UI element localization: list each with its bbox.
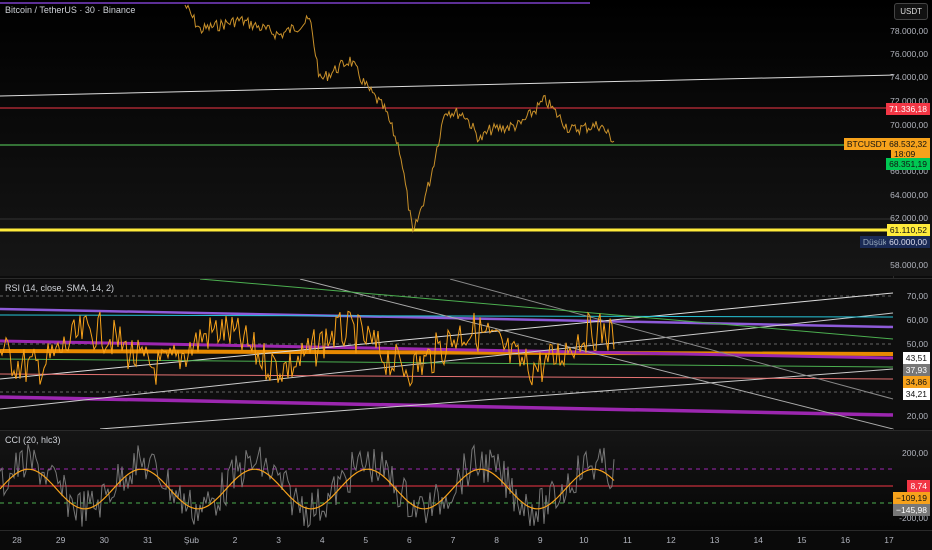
cci-title: CCI (20, hlc3) (5, 435, 61, 445)
yellow-level-tag: 61.110,52 (886, 224, 930, 236)
rsi-tag: 43,51 (902, 352, 930, 364)
resistance-price-tag: 71.336,18 (886, 103, 930, 115)
cci-tag: 8,74 (907, 480, 930, 492)
time-label: 29 (55, 535, 66, 545)
rsi-title: RSI (14, close, SMA, 14, 2) (5, 283, 115, 293)
time-label: 31 (143, 535, 153, 545)
rsi-chart[interactable] (0, 279, 932, 429)
price-pane[interactable]: Bitcoin / TetherUS · 30 · Binance USDT 7… (0, 0, 932, 276)
cci-tag: −109,19 (893, 492, 930, 504)
time-label: 8 (494, 535, 499, 545)
price-chart[interactable] (0, 0, 932, 276)
rsi-tag: 37,93 (902, 364, 930, 376)
time-label: 9 (537, 535, 543, 545)
price-tick: 76.000,00 (890, 49, 928, 59)
price-tick: 64.000,00 (890, 190, 928, 200)
rsi-tag: 34,21 (902, 388, 930, 400)
time-label: 4 (319, 535, 325, 545)
time-label: 6 (407, 535, 412, 545)
cci-tag: −145,98 (893, 504, 930, 516)
price-tick: 70.000,00 (890, 120, 928, 130)
time-label: 14 (753, 535, 763, 545)
rsi-tick: 60,00 (906, 315, 928, 325)
currency-button[interactable]: USDT (894, 3, 928, 20)
time-axis[interactable]: 28 29 30 31 Şub 2 3 4 5 6 7 8 9 10 11 12 13 14 15 16 17 (0, 530, 932, 550)
symbol-tag: BTCUSDT (843, 138, 890, 150)
time-label: 15 (797, 535, 807, 545)
time-label: 10 (579, 535, 589, 545)
time-label: 7 (450, 535, 456, 545)
price-tick: 58.000,00 (890, 260, 928, 270)
time-label: Şub (183, 535, 199, 545)
low-price-tag: 60.000,00 (886, 236, 930, 248)
time-label: 5 (363, 535, 369, 545)
price-tick: 74.000,00 (890, 72, 928, 82)
cci-chart[interactable] (0, 431, 932, 531)
price-tick: 62.000,00 (890, 213, 928, 223)
time-label: 16 (840, 535, 851, 545)
time-label: 11 (622, 535, 632, 545)
white-trendline (0, 74, 894, 97)
time-label: 30 (99, 535, 109, 545)
rsi-tick: 50,00 (906, 339, 928, 349)
time-label: 3 (276, 535, 281, 545)
time-label: 28 (12, 535, 22, 545)
time-label: 12 (666, 535, 676, 545)
rsi-tick: 20,00 (906, 411, 928, 421)
cci-tick: 200,00 (902, 448, 928, 458)
time-label: 13 (709, 535, 720, 545)
rsi-tick: 70,00 (906, 291, 928, 301)
cci-pane[interactable]: CCI (20, hlc3) 200,00 -200,00 8,74 −109,… (0, 430, 932, 530)
time-label: 17 (884, 535, 894, 545)
support-price-tag: 68.351,19 (886, 158, 930, 170)
price-tick: 78.000,00 (890, 26, 928, 36)
rsi-tag: 34,86 (902, 376, 930, 388)
time-label: 2 (232, 535, 238, 545)
chart-title: Bitcoin / TetherUS · 30 · Binance (5, 5, 136, 15)
rsi-pane[interactable]: RSI (14, close, SMA, 14, 2) 70,00 60,00 … (0, 278, 932, 429)
price-series (184, 4, 615, 234)
